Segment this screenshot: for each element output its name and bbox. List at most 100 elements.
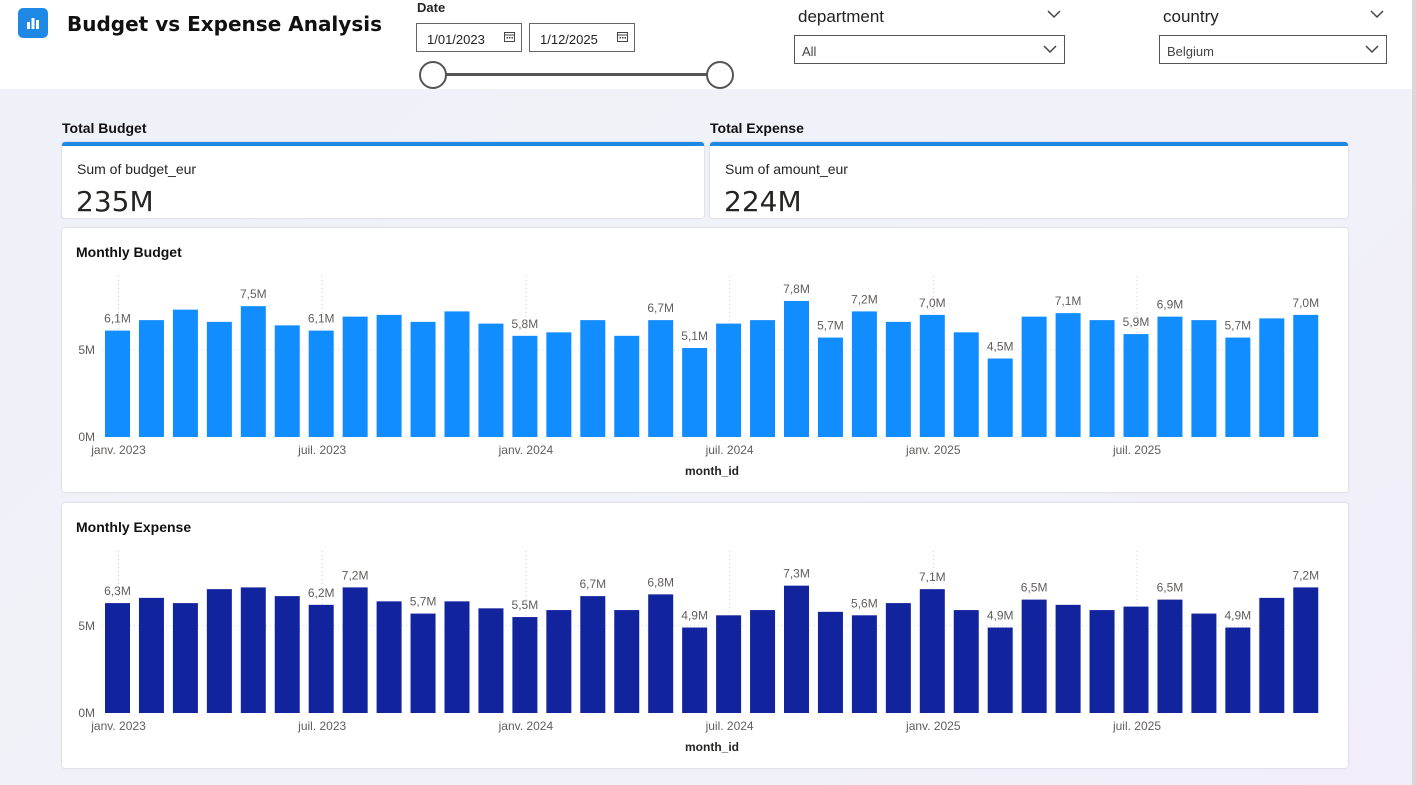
bar — [716, 615, 742, 713]
bar — [512, 617, 538, 713]
bar — [817, 611, 843, 713]
data-label: 5,7M — [817, 319, 844, 333]
bar — [1259, 597, 1285, 713]
bar — [784, 300, 809, 437]
chevron-down-icon[interactable] — [1369, 8, 1385, 20]
bar — [342, 316, 368, 437]
data-label: 5,5M — [512, 598, 539, 612]
bar — [919, 589, 945, 713]
data-label: 5,7M — [1225, 319, 1252, 333]
page-title: Budget vs Expense Analysis — [67, 12, 382, 36]
data-label: 6,7M — [579, 577, 606, 591]
bar — [512, 335, 538, 437]
x-tick-label: juil. 2023 — [297, 719, 346, 733]
bar — [1191, 320, 1217, 437]
bar — [308, 330, 334, 437]
data-label: 7,3M — [783, 567, 810, 581]
data-label: 6,1M — [104, 312, 131, 326]
data-label: 6,2M — [308, 586, 335, 600]
bar — [478, 608, 504, 713]
total-expense-label: Total Expense — [710, 120, 804, 136]
monthly-expense-plot: 0M 5M 6,3M 6,2M 7,2M 5,7M 5,5M 6,7M 6,8M 4,9M 7,3M… — [78, 551, 1320, 754]
bar — [444, 311, 470, 437]
x-axis-title: month_id — [685, 740, 739, 754]
bar — [614, 335, 640, 437]
bar — [1021, 599, 1047, 713]
data-label: 7,0M — [919, 296, 946, 310]
x-tick-label: juil. 2025 — [1112, 443, 1161, 457]
bar — [1089, 320, 1115, 437]
bar — [580, 320, 606, 437]
bar — [817, 337, 843, 437]
date-slider-end-handle[interactable] — [706, 61, 734, 89]
calendar-icon — [617, 32, 628, 42]
date-range-slider[interactable] — [433, 73, 721, 76]
data-label: 7,2M — [1292, 568, 1319, 582]
date-start-input[interactable]: 1/01/2023 — [416, 23, 522, 52]
x-tick-label: janv. 2024 — [498, 443, 554, 457]
country-slicer-title: country — [1163, 7, 1219, 26]
bar — [172, 309, 198, 437]
bar — [987, 627, 1013, 713]
bar — [376, 314, 402, 437]
bar — [885, 321, 911, 437]
bar — [1123, 334, 1149, 437]
date-slicer-label: Date — [417, 0, 446, 15]
x-tick-label: juil. 2023 — [297, 443, 346, 457]
bar — [1055, 313, 1081, 437]
data-label: 6,8M — [647, 575, 674, 589]
bar — [1293, 587, 1319, 713]
chevron-down-icon[interactable] — [1046, 8, 1062, 20]
data-label: 6,9M — [1157, 298, 1184, 312]
bar — [308, 604, 334, 713]
top-bar: Budget vs Expense Analysis Date 1/01/202… — [0, 0, 1412, 89]
data-label: 4,9M — [1225, 609, 1252, 623]
data-label: 5,8M — [512, 317, 539, 331]
data-label: 5,9M — [1123, 315, 1150, 329]
data-label: 7,1M — [1055, 294, 1082, 308]
kpi-value: 235M — [76, 185, 154, 218]
bar — [240, 306, 266, 437]
bar — [410, 613, 436, 713]
kpi-subtitle: Sum of budget_eur — [77, 161, 197, 177]
bar — [138, 597, 164, 713]
chevron-down-icon — [1365, 45, 1379, 54]
x-tick-label: janv. 2024 — [498, 719, 554, 733]
bar — [1089, 610, 1115, 713]
total-budget-card[interactable]: Sum of budget_eur 235M — [62, 142, 704, 218]
bar — [1157, 316, 1183, 437]
bar — [648, 594, 674, 713]
bar — [478, 323, 504, 437]
monthly-expense-chart[interactable]: Monthly Expense 0M 5M 6,3M 6,2M 7,2M 5,7M 5,5M… — [62, 503, 1348, 768]
date-start-value: 1/01/2023 — [427, 32, 485, 47]
bar — [953, 610, 979, 713]
date-end-input[interactable]: 1/12/2025 — [529, 23, 635, 52]
department-dropdown[interactable]: All — [794, 35, 1065, 64]
department-selected-value: All — [802, 44, 817, 59]
date-end-value: 1/12/2025 — [540, 32, 598, 47]
y-tick-label: 0M — [78, 706, 95, 720]
date-slider-start-handle[interactable] — [419, 61, 447, 89]
country-dropdown[interactable]: Belgium — [1159, 35, 1387, 64]
x-tick-label: janv. 2025 — [905, 443, 961, 457]
bar — [784, 585, 809, 713]
bar — [1191, 613, 1217, 713]
bar — [716, 323, 742, 437]
x-tick-label: janv. 2025 — [905, 719, 961, 733]
bar — [1225, 627, 1251, 713]
data-label: 7,2M — [851, 292, 878, 306]
bar — [172, 603, 198, 713]
total-expense-card[interactable]: Sum of amount_eur 224M — [710, 142, 1348, 218]
department-slicer-title: department — [798, 7, 884, 26]
bar — [1225, 337, 1251, 437]
data-label: 4,9M — [987, 609, 1014, 623]
bar — [953, 332, 979, 437]
bar — [614, 610, 640, 713]
data-label: 7,0M — [1292, 296, 1319, 310]
bar — [885, 603, 911, 713]
monthly-budget-chart[interactable]: Monthly Budget 0M 5M 6,1M 7,5M 6,1M 5,8M 6,7M 5… — [62, 228, 1348, 492]
data-label: 7,2M — [342, 568, 369, 582]
bar — [240, 587, 266, 713]
bar — [919, 314, 945, 437]
bar — [274, 325, 300, 437]
